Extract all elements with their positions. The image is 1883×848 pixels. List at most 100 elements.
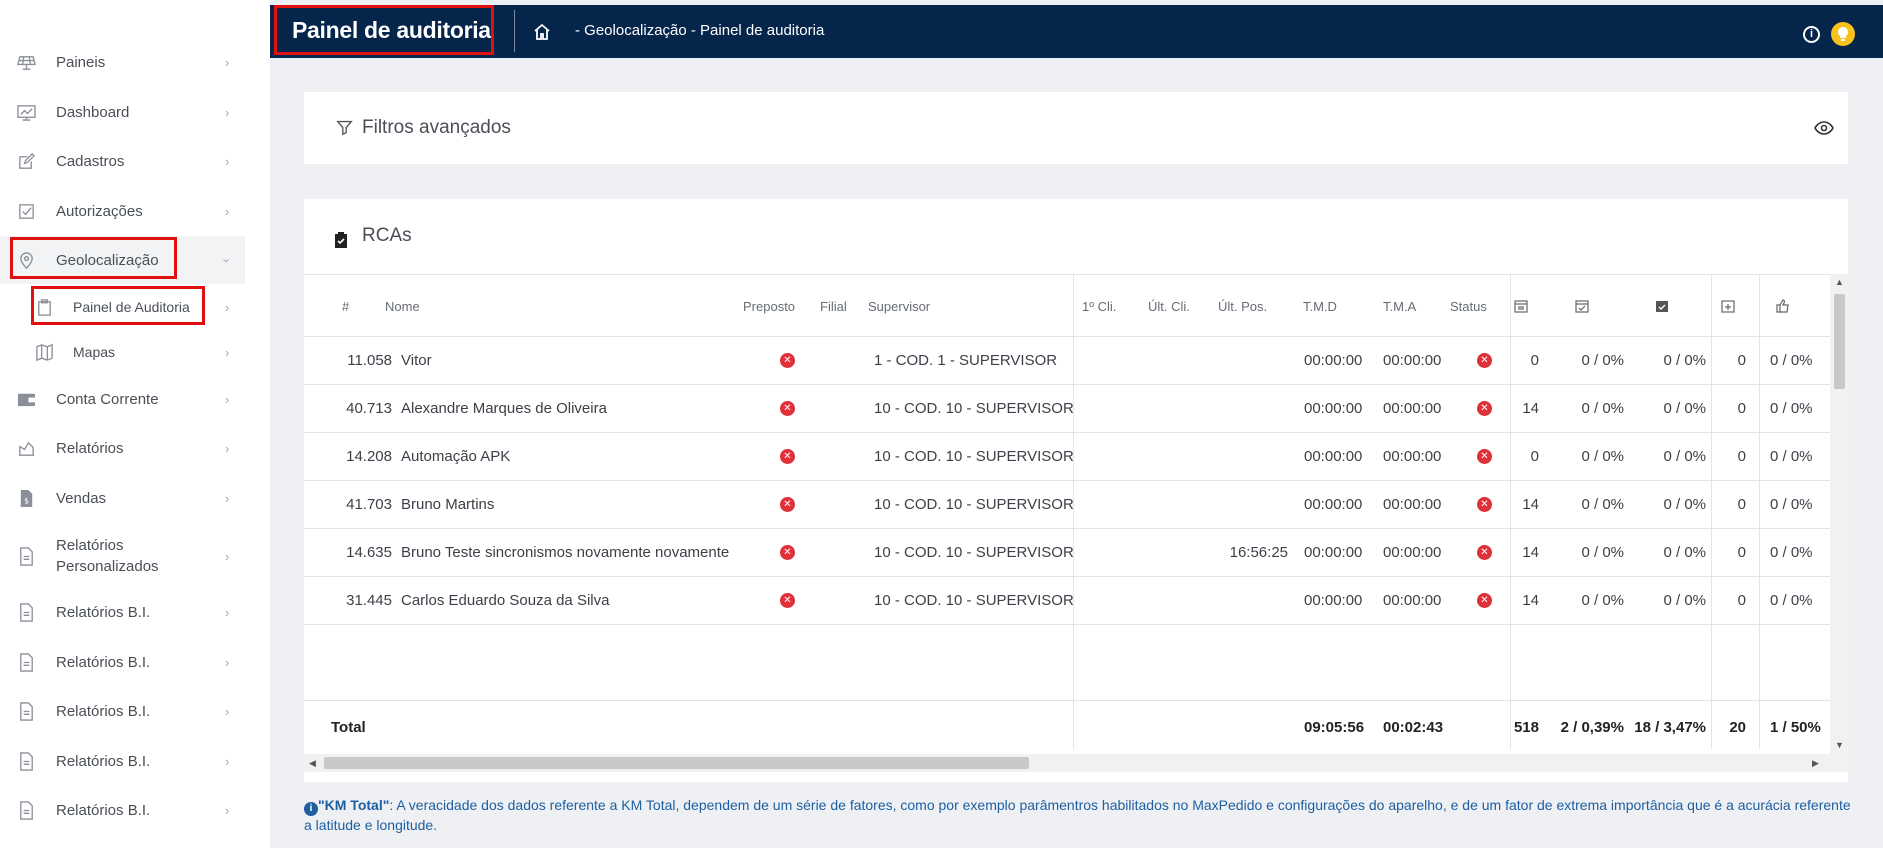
cell-nome: Bruno Martins (401, 496, 495, 513)
cell-tmd: 00:00:00 (1304, 592, 1363, 609)
column-header-nome[interactable]: Nome (385, 299, 420, 314)
sidebar-item-dashboard[interactable]: Dashboard › (0, 88, 245, 136)
document-icon (16, 546, 36, 566)
chevron-right-icon: › (225, 391, 230, 407)
column-header-tma[interactable]: T.M.A (1383, 299, 1416, 314)
sidebar-item-relatorios-bi[interactable]: Relatórios B.I. › (0, 687, 245, 735)
column-header-status[interactable]: Status (1450, 299, 1487, 314)
sidebar-item-label: Autorizações (56, 202, 143, 220)
scroll-down-arrow-icon[interactable]: ▼ (1835, 740, 1844, 750)
divider (514, 10, 515, 52)
cell-ratio: 0 / 0% (1663, 400, 1706, 417)
sidebar-item-label: Paineis (56, 53, 106, 71)
cell-ratio: 0 / 0% (1663, 352, 1706, 369)
table-row[interactable]: 31.445 Carlos Eduardo Souza da Silva ✕ 1… (304, 577, 1830, 625)
cell-tma: 00:00:00 (1383, 544, 1442, 561)
checkbox-icon (16, 201, 36, 221)
table-row[interactable]: 40.713 Alexandre Marques de Oliveira ✕ 1… (304, 385, 1830, 433)
advanced-filters-panel[interactable]: Filtros avançados (304, 92, 1848, 164)
cell-id: 11.058 (347, 352, 392, 369)
sales-document-icon: $ (16, 488, 36, 508)
sidebar-item-relatorios-bi[interactable]: Relatórios B.I. › (0, 638, 245, 686)
calendar-plus-icon[interactable] (1721, 299, 1735, 313)
cell-ratio: 0 / 0% (1581, 592, 1624, 609)
close-circle-icon: ✕ (780, 353, 795, 368)
close-circle-icon: ✕ (1477, 545, 1492, 560)
sidebar-item-relatorios[interactable]: Relatórios › (0, 424, 245, 472)
close-circle-icon: ✕ (1477, 353, 1492, 368)
scroll-up-arrow-icon[interactable]: ▲ (1835, 277, 1844, 287)
info-icon[interactable]: i (1803, 26, 1820, 43)
sidebar-item-relatorios-bi[interactable]: Relatórios B.I. › (0, 786, 245, 834)
horizontal-scrollbar-thumb[interactable] (324, 757, 1029, 769)
sidebar-item-label: Relatórios Personalizados (56, 537, 159, 575)
highlight-box (274, 5, 494, 55)
column-header-primeiro-cliente[interactable]: 1º Cli. (1082, 299, 1116, 314)
cell-tma: 00:00:00 (1383, 352, 1442, 369)
column-header-preposto[interactable]: Preposto (743, 299, 795, 314)
table-row[interactable]: 14.635 Bruno Teste sincronismos novament… (304, 529, 1830, 577)
rcas-panel: RCAs # Nome Preposto Filial Supervisor 1… (304, 199, 1848, 782)
document-icon (16, 751, 36, 771)
calendar-icon[interactable] (1514, 299, 1528, 313)
sidebar-item-conta-corrente[interactable]: Conta Corrente › (0, 375, 245, 423)
map-icon (34, 342, 54, 362)
table-row[interactable]: 41.703 Bruno Martins ✕ 10 - COD. 10 - SU… (304, 481, 1830, 529)
scroll-right-arrow-icon[interactable]: ▶ (1812, 758, 1819, 769)
sidebar-item-relatorios-personalizados[interactable]: Relatórios Personalizados › (0, 532, 245, 580)
sidebar-item-paineis[interactable]: Paineis › (0, 38, 245, 86)
cell-supervisor: 10 - COD. 10 - SUPERVISOR (874, 400, 1074, 417)
thumbs-up-icon[interactable] (1776, 299, 1790, 313)
horizontal-scrollbar[interactable]: ◀ ▶ (304, 754, 1848, 772)
column-divider (1510, 274, 1511, 749)
lightbulb-icon[interactable] (1831, 22, 1855, 46)
column-header-filial[interactable]: Filial (820, 299, 847, 314)
sidebar-item-label: Relatórios (56, 439, 124, 457)
home-icon[interactable] (532, 22, 552, 42)
cell-count: 0 (1737, 352, 1746, 369)
info-circle-icon: i (304, 802, 318, 816)
column-header-tmd[interactable]: T.M.D (1303, 299, 1337, 314)
column-header-id[interactable]: # (342, 299, 349, 314)
chevron-right-icon: › (225, 802, 230, 818)
cell-ratio: 0 / 0% (1770, 448, 1813, 465)
sidebar-item-mapas[interactable]: Mapas › (0, 328, 245, 376)
chart-icon (16, 102, 36, 122)
calendar-check-icon[interactable] (1575, 299, 1589, 313)
sidebar-item-relatorios-bi[interactable]: Relatórios B.I. › (0, 737, 245, 785)
column-header-ultima-posicao[interactable]: Últ. Pos. (1218, 299, 1267, 314)
column-header-supervisor[interactable]: Supervisor (868, 299, 930, 314)
vertical-scrollbar[interactable]: ▲ ▼ (1830, 274, 1848, 754)
sidebar-item-vendas[interactable]: $ Vendas › (0, 474, 245, 522)
cell-supervisor: 10 - COD. 10 - SUPERVISOR (874, 592, 1074, 609)
cell-tma: 00:00:00 (1383, 592, 1442, 609)
cell-count: 14 (1522, 400, 1539, 417)
sidebar-item-label: Relatórios B.I. (56, 603, 151, 621)
chevron-right-icon: › (225, 490, 230, 506)
cell-tmd: 00:00:00 (1304, 496, 1363, 513)
close-circle-icon: ✕ (1477, 449, 1492, 464)
scroll-left-arrow-icon[interactable]: ◀ (309, 758, 316, 769)
footnote-lead: "KM Total" (318, 797, 390, 813)
total-tma: 00:02:43 (1383, 719, 1444, 736)
column-header-ultimo-cliente[interactable]: Últ. Cli. (1148, 299, 1190, 314)
calendar-check-filled-icon[interactable] (1655, 299, 1669, 313)
vertical-scrollbar-thumb[interactable] (1834, 294, 1845, 389)
sidebar-item-autorizacoes[interactable]: Autorizações › (0, 187, 245, 235)
eye-icon[interactable] (1814, 120, 1834, 136)
cell-ratio: 0 / 0% (1663, 448, 1706, 465)
total-ratio: 1 / 50% (1770, 719, 1821, 736)
sidebar-item-label: Relatórios B.I. (56, 752, 151, 770)
close-circle-icon: ✕ (1477, 593, 1492, 608)
cell-tmd: 00:00:00 (1304, 448, 1363, 465)
chevron-right-icon: › (225, 548, 230, 564)
close-circle-icon: ✕ (780, 449, 795, 464)
sidebar-item-relatorios-bi[interactable]: Relatórios B.I. › (0, 588, 245, 636)
chevron-right-icon: › (225, 344, 230, 360)
svg-text:$: $ (24, 496, 29, 505)
table-row[interactable]: 11.058 Vitor ✕ 1 - COD. 1 - SUPERVISOR 0… (304, 337, 1830, 385)
sidebar-item-label: Relatórios B.I. (56, 702, 151, 720)
sidebar-item-cadastros[interactable]: Cadastros › (0, 137, 245, 185)
table-row[interactable]: 14.208 Automação APK ✕ 10 - COD. 10 - SU… (304, 433, 1830, 481)
column-divider (1073, 274, 1074, 749)
